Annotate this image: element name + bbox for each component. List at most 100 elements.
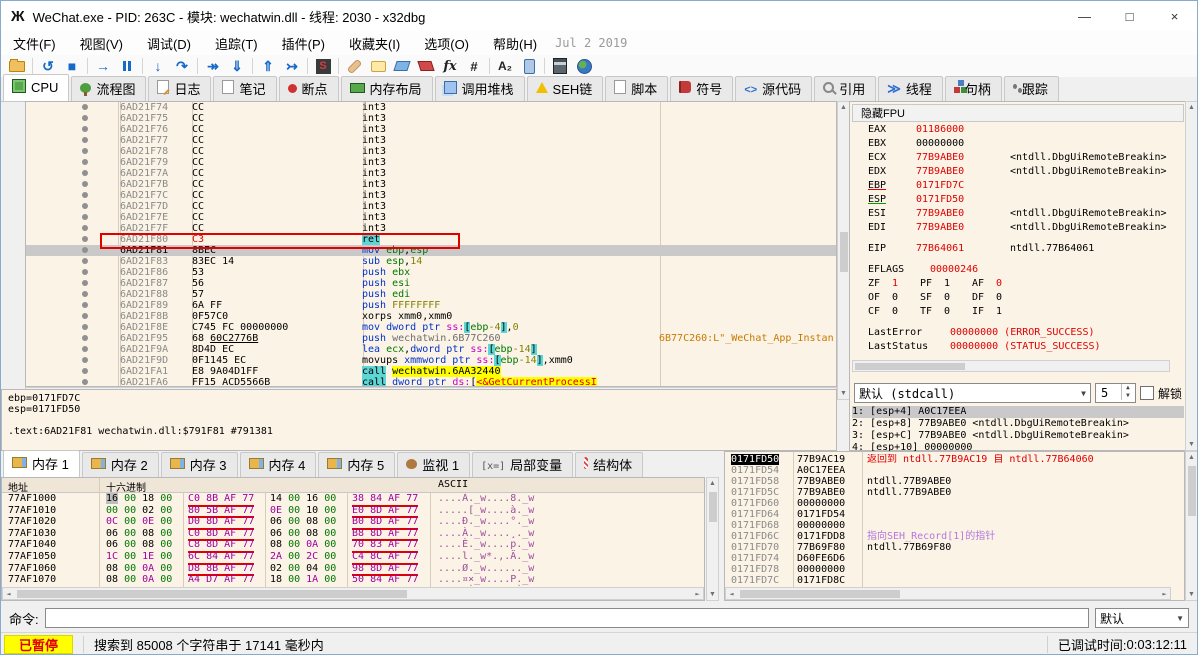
tab-SEH链[interactable]: SEH链	[527, 76, 604, 101]
breakpoint-dot-icon[interactable]	[82, 214, 88, 220]
register-row[interactable]: EBX00000000	[868, 137, 1186, 151]
tab-脚本[interactable]: 脚本	[605, 76, 668, 101]
bottom-tab-监视 1[interactable]: 监视 1	[397, 452, 470, 477]
dump-row[interactable]: 77AF103006 00 08 00C0 8D AF 7706 00 08 0…	[2, 528, 704, 540]
disasm-row[interactable]: 6AD21F7CCCint3	[26, 190, 836, 201]
menu-item[interactable]: 视图(V)	[68, 31, 135, 56]
stack-row[interactable]: 0171FD54A0C17EEA	[725, 465, 1184, 476]
attach-icon[interactable]	[517, 56, 541, 76]
dump-hscrollbar[interactable]: ◄►	[2, 587, 704, 600]
registers-hscrollbar[interactable]	[852, 360, 1170, 372]
stack-row[interactable]: 0171FD6000000000	[725, 498, 1184, 509]
restart-icon[interactable]: ↺	[36, 56, 60, 76]
disasm-row[interactable]: 6AD21F7ACCint3	[26, 168, 836, 179]
disasm-row[interactable]: 6AD21F74CCint3	[26, 102, 836, 113]
memory-dump-panel[interactable]: 地址 十六进制 ASCII 77AF100016 00 18 00C0 8B A…	[1, 477, 705, 601]
breakpoint-dot-icon[interactable]	[82, 346, 88, 352]
flags-row[interactable]: ZF1PF1AF0	[868, 277, 1186, 291]
menu-item[interactable]: 收藏夹(I)	[337, 31, 412, 56]
bookmarks-icon[interactable]	[414, 56, 438, 76]
minimize-button[interactable]: —	[1062, 1, 1107, 31]
arg-count-spinner[interactable]: 5▲▼	[1095, 383, 1136, 403]
breakpoint-dot-icon[interactable]	[82, 357, 88, 363]
disasm-row[interactable]: 6AD21F80C3ret	[26, 234, 836, 245]
breakpoint-dot-icon[interactable]	[82, 258, 88, 264]
disasm-row[interactable]: 6AD21F9D0F1145 ECmovups xmmword ptr ss:[…	[26, 355, 836, 366]
dump-row[interactable]: 77AF107008 00 0A 00A4 D7 AF 7718 00 1A 0…	[2, 574, 704, 586]
dump-row[interactable]: 77AF101000 00 02 0080 5B AF 770E 00 10 0…	[2, 505, 704, 517]
dump-row[interactable]: 77AF104006 00 08 00C8 8D AF 7708 00 0A 0…	[2, 539, 704, 551]
stack-row[interactable]: 0171FD74D60FE6D6	[725, 553, 1184, 564]
tab-线程[interactable]: ≫线程	[878, 76, 943, 101]
disasm-row[interactable]: 6AD21F8857push edi	[26, 289, 836, 300]
disasm-row[interactable]: 6AD21F8756push esi	[26, 278, 836, 289]
stack-row[interactable]: 0171FD7077B69F80ntdll.77B69F80	[725, 542, 1184, 553]
stack-row[interactable]: 0171FD7800000000	[725, 564, 1184, 575]
registers-panel[interactable]: 隐藏FPU EAX01186000EBX00000000ECX77B9ABE0 …	[849, 101, 1187, 451]
bottom-tab-结构体[interactable]: 结构体	[575, 452, 643, 477]
register-row[interactable]: EDX77B9ABE0 <ntdll.DbgUiRemoteBreakin>	[868, 165, 1186, 179]
breakpoint-dot-icon[interactable]	[82, 225, 88, 231]
menu-item[interactable]: 调试(D)	[135, 31, 203, 56]
breakpoint-dot-icon[interactable]	[82, 148, 88, 154]
dump-row[interactable]: 77AF10200C 00 0E 00D0 8D AF 7706 00 08 0…	[2, 516, 704, 528]
breakpoint-dot-icon[interactable]	[82, 181, 88, 187]
stack-row[interactable]: 0171FD6800000000	[725, 520, 1184, 531]
labels-icon[interactable]	[390, 56, 414, 76]
breakpoint-dot-icon[interactable]	[82, 269, 88, 275]
register-row[interactable]: EBP0171FD7C	[868, 179, 1186, 193]
menu-item[interactable]: 追踪(T)	[203, 31, 270, 56]
trace-record-icon[interactable]: #	[462, 56, 486, 76]
assemble-icon[interactable]: A₂	[493, 56, 517, 76]
menu-item[interactable]: 文件(F)	[1, 31, 68, 56]
disasm-row[interactable]: 6AD21F75CCint3	[26, 113, 836, 124]
menu-item[interactable]: 插件(P)	[270, 31, 337, 56]
step-into-icon[interactable]: ↓	[146, 56, 170, 76]
breakpoint-dot-icon[interactable]	[82, 247, 88, 253]
functions-icon[interactable]: fx	[438, 56, 462, 76]
register-row[interactable]: ECX77B9ABE0 <ntdll.DbgUiRemoteBreakin>	[868, 151, 1186, 165]
breakpoint-dot-icon[interactable]	[82, 324, 88, 330]
hide-fpu-button[interactable]: 隐藏FPU	[852, 104, 1184, 122]
trace-into-icon[interactable]: ↠	[201, 56, 225, 76]
disasm-row[interactable]: 6AD21F7BCCint3	[26, 179, 836, 190]
tab-笔记[interactable]: 笔记	[213, 76, 276, 101]
stop-icon[interactable]: ■	[60, 56, 84, 76]
step-over-icon[interactable]: ↷	[170, 56, 194, 76]
tab-引用[interactable]: 引用	[814, 76, 876, 101]
disasm-row[interactable]: 6AD21FA6FF15 ACD5566Bcall dword ptr ds:[…	[26, 377, 836, 387]
registers-vscrollbar[interactable]: ▲▼	[1185, 101, 1198, 451]
tab-流程图[interactable]: 流程图	[71, 76, 146, 101]
stack-row[interactable]: 0171FD6C0171FDD8指向SEH_Record[1]的指针	[725, 531, 1184, 542]
call-arg-row[interactable]: 1: [esp+4] A0C17EEA	[852, 406, 1184, 418]
disasm-row[interactable]: 6AD21F79CCint3	[26, 157, 836, 168]
bottom-tab-内存 5[interactable]: 内存 5	[318, 452, 395, 477]
tab-符号[interactable]: 符号	[670, 76, 733, 101]
breakpoint-dot-icon[interactable]	[82, 170, 88, 176]
tab-句柄[interactable]: 句柄	[945, 76, 1002, 101]
disasm-row[interactable]: 6AD21F8B0F57C0xorps xmm0,xmm0	[26, 311, 836, 322]
dump-row[interactable]: 77AF100016 00 18 00C0 8B AF 7714 00 16 0…	[2, 493, 704, 505]
breakpoint-dot-icon[interactable]	[82, 379, 88, 385]
disasm-row[interactable]: 6AD21F8EC745 FC 00000000mov dword ptr ss…	[26, 322, 836, 333]
menu-item[interactable]: 帮助(H)	[481, 31, 549, 56]
tab-调用堆栈[interactable]: 调用堆栈	[435, 76, 525, 101]
open-file-icon[interactable]	[5, 56, 29, 76]
command-input[interactable]	[45, 608, 1089, 628]
stack-row[interactable]: 0171FD5077B9AC19返回到 ntdll.77B9AC19 自 ntd…	[725, 454, 1184, 465]
stack-panel[interactable]: 0171FD5077B9AC19返回到 ntdll.77B9AC19 自 ntd…	[724, 451, 1185, 601]
seh-setup-icon[interactable]: S	[311, 56, 335, 76]
register-row[interactable]: EDI77B9ABE0 <ntdll.DbgUiRemoteBreakin>	[868, 221, 1186, 235]
disasm-row[interactable]: 6AD21F818BECmov ebp,esp	[26, 245, 836, 256]
register-row[interactable]: ESP0171FD50	[868, 193, 1186, 207]
stack-row[interactable]: 0171FD5C77B9ABE0ntdll.77B9ABE0	[725, 487, 1184, 498]
command-scope-select[interactable]: 默认▼	[1095, 608, 1189, 628]
run-icon[interactable]: →	[91, 56, 115, 76]
bottom-tab-内存 2[interactable]: 内存 2	[82, 452, 159, 477]
run-to-user-code-icon[interactable]: ⇓	[225, 56, 249, 76]
breakpoint-dot-icon[interactable]	[82, 115, 88, 121]
breakpoint-dot-icon[interactable]	[82, 104, 88, 110]
call-arg-row[interactable]: 3: [esp+C] 77B9ABE0 <ntdll.DbgUiRemoteBr…	[852, 430, 1184, 442]
register-row[interactable]: EFLAGS00000246	[868, 263, 1186, 277]
stack-hscrollbar[interactable]: ◄►	[725, 587, 1171, 600]
